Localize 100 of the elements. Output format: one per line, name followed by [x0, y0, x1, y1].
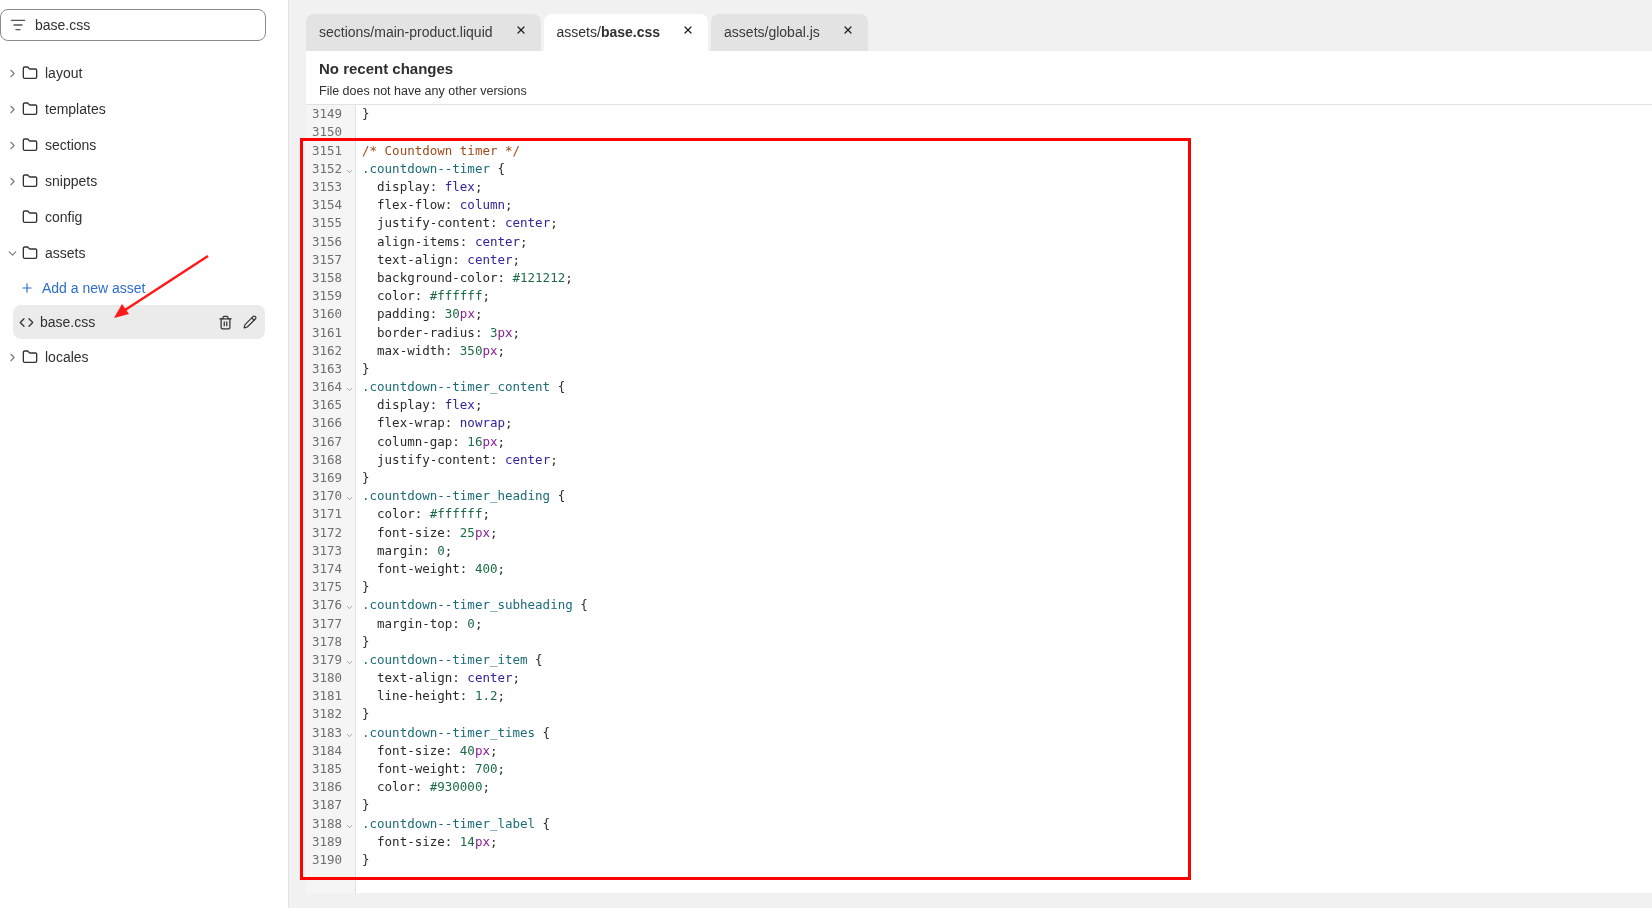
tab-label: assets/global.js: [724, 23, 820, 42]
line-number: 3174: [312, 559, 343, 578]
line-number: 3151: [312, 141, 343, 160]
code-line: padding: 30px;: [376, 305, 483, 324]
code-line: display: flex;: [376, 178, 483, 196]
line-number: 3182: [312, 705, 343, 724]
folder-label[interactable]: layout: [45, 62, 83, 84]
code-line: }: [362, 105, 370, 124]
code-line: }: [362, 796, 370, 815]
code-line: flex-flow: column;: [376, 196, 513, 215]
folder-label[interactable]: sections: [45, 134, 97, 156]
line-number: 3187: [312, 796, 343, 815]
code-line: align-items: center;: [376, 232, 528, 251]
pencil-icon[interactable]: [243, 315, 257, 329]
history-subtitle: File does not have any other versions: [319, 82, 528, 100]
file-tab[interactable]: assets/global.js: [711, 14, 868, 51]
search-field[interactable]: base.css: [0, 9, 266, 41]
line-number: 3154: [312, 196, 343, 215]
code-line: justify-content: center;: [376, 450, 558, 469]
code-line: line-height: 1.2;: [376, 687, 505, 706]
line-number: 3173: [312, 541, 343, 560]
line-number: 3176: [312, 596, 343, 615]
code-line: background-color: #121212;: [376, 268, 573, 287]
line-number: 3150: [312, 123, 343, 142]
line-number: 3183: [312, 723, 343, 742]
code-line: .countdown--timer {: [362, 159, 505, 178]
code-line: font-weight: 700;: [376, 760, 505, 778]
folder-label[interactable]: snippets: [45, 170, 98, 192]
folder-icon: [22, 209, 38, 225]
filter-icon: [10, 17, 26, 33]
history-title: No recent changes: [319, 59, 455, 79]
code-line: justify-content: center;: [376, 214, 558, 233]
code-line: color: #ffffff;: [376, 287, 490, 306]
code-line: column-gap: 16px;: [376, 432, 505, 451]
line-number: 3172: [312, 523, 343, 542]
folder-label[interactable]: assets: [45, 242, 86, 264]
code-line: text-align: center;: [376, 669, 521, 688]
code-line: .countdown--timer_content {: [362, 378, 566, 397]
line-number: 3158: [312, 268, 343, 287]
line-number: 3157: [312, 250, 343, 269]
folder-icon: [22, 137, 38, 153]
folder-icon: [22, 245, 38, 261]
folder-icon: [22, 349, 38, 365]
code-line: }: [362, 578, 370, 597]
folder-label[interactable]: templates: [45, 98, 106, 120]
folder-icon: [22, 101, 38, 117]
line-number: 3160: [312, 305, 343, 324]
code-line: font-size: 14px;: [376, 832, 498, 851]
folder-icon: [22, 173, 38, 189]
line-number: 3190: [312, 850, 343, 869]
code-line: border-radius: 3px;: [376, 323, 521, 342]
line-number: 3152: [312, 159, 343, 178]
file-tab[interactable]: assets/base.css: [543, 14, 709, 51]
line-number: 3159: [312, 287, 343, 306]
folder-label[interactable]: locales: [45, 346, 89, 368]
code-line: /* Countdown timer */: [362, 141, 521, 160]
line-number: 3171: [312, 505, 343, 524]
line-number: 3178: [312, 632, 343, 651]
line-number: 3161: [312, 323, 343, 342]
line-number: 3169: [312, 469, 343, 487]
line-number: 3179: [312, 650, 343, 669]
code-line: .countdown--timer_subheading {: [362, 596, 588, 615]
code-line: .countdown--timer_label {: [362, 814, 551, 833]
line-number: 3156: [312, 232, 343, 251]
line-number: 3163: [312, 359, 343, 378]
line-number: 3149: [312, 105, 343, 124]
line-number: 3164: [312, 378, 343, 397]
line-number: 3153: [312, 178, 343, 196]
code-line: .countdown--timer_times {: [362, 723, 551, 742]
line-number: 3162: [312, 341, 343, 360]
line-number: 3170: [312, 487, 343, 506]
line-number: 3189: [312, 832, 343, 851]
line-number: 3165: [312, 396, 343, 415]
line-number: 3181: [312, 687, 343, 706]
add-asset-link[interactable]: Add a new asset: [20, 271, 146, 305]
code-line: }: [362, 469, 370, 487]
line-number: 3188: [312, 814, 343, 833]
code-line: }: [362, 850, 370, 869]
folder-label[interactable]: config: [45, 206, 83, 228]
file-tab[interactable]: sections/main-product.liquid: [306, 14, 541, 51]
code-line: font-size: 25px;: [376, 523, 498, 542]
code-line: font-weight: 400;: [376, 559, 505, 578]
code-line: .countdown--timer_item {: [362, 650, 543, 669]
line-number: 3167: [312, 432, 343, 451]
line-number: 3177: [312, 614, 343, 633]
line-number: 3155: [312, 214, 343, 233]
trash-icon[interactable]: [218, 314, 233, 330]
code-line: flex-wrap: nowrap;: [376, 414, 513, 433]
code-line: }: [362, 705, 370, 724]
code-line: color: #930000;: [376, 778, 490, 797]
code-line: }: [362, 359, 370, 378]
code-line: max-width: 350px;: [376, 341, 505, 360]
code-line: margin: 0;: [376, 541, 453, 560]
line-number: 3168: [312, 450, 343, 469]
code-line: }: [362, 632, 370, 651]
code-line: margin-top: 0;: [376, 614, 483, 633]
line-number: 3180: [312, 669, 343, 688]
tab-label: sections/main-product.liquid: [319, 23, 493, 42]
code-line: text-align: center;: [376, 250, 521, 269]
file-item[interactable]: base.css: [13, 305, 265, 339]
